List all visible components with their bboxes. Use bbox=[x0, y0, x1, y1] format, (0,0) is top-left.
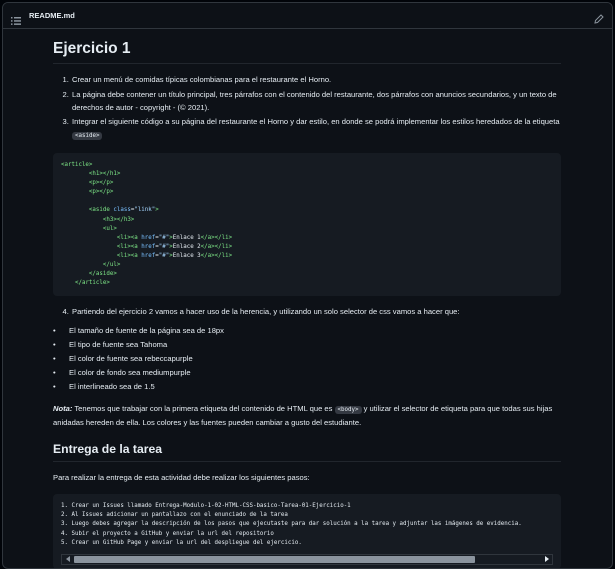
code-token: <h3></h3> bbox=[102, 216, 135, 223]
note-label: Nota: bbox=[53, 403, 73, 413]
list-item: El interlineado sea de 1.5 bbox=[53, 381, 561, 394]
list-item: Integrar el siguiente código a su página… bbox=[71, 116, 561, 143]
steps-list-continued: Partiendo del ejercicio 2 vamos a hacer … bbox=[71, 306, 561, 319]
list-item: Partiendo del ejercicio 2 vamos a hacer … bbox=[71, 306, 561, 319]
section-heading: Entrega de la tarea bbox=[53, 442, 561, 463]
code-line: 1. Crear un Issues llamado Entrega-Modul… bbox=[61, 503, 351, 510]
list-item: La página debe contener un título princi… bbox=[71, 89, 561, 115]
scrollbar-thumb[interactable] bbox=[74, 555, 475, 563]
list-item: Crear un menú de comidas típicas colombi… bbox=[71, 74, 561, 87]
code-token: <p></p> bbox=[88, 189, 114, 196]
code-link-text: Enlace 3 bbox=[172, 252, 201, 259]
list-item: El color de fondo sea mediumpurple bbox=[53, 367, 561, 380]
code-token: <h1></h1> bbox=[88, 171, 121, 178]
horizontal-scrollbar[interactable] bbox=[61, 553, 553, 565]
readme-panel: README.md Ejercicio 1 Crear un menú de c… bbox=[2, 2, 613, 569]
code-token: "link" bbox=[134, 207, 156, 214]
code-token: class bbox=[113, 207, 131, 214]
code-token: <article> bbox=[61, 161, 93, 168]
code-token: </article> bbox=[74, 280, 110, 287]
code-line: 2. Al Issues adicionar un pantallazo con… bbox=[61, 512, 288, 519]
code-line: 4. Subir el proyecto a GitHub y enviar l… bbox=[61, 530, 274, 537]
steps-list: Crear un menú de comidas típicas colombi… bbox=[71, 74, 561, 143]
code-link-text: Enlace 1 bbox=[172, 234, 201, 241]
code-token: </ul> bbox=[102, 262, 121, 269]
code-line: 5. Crear un GitHub Page y enviar la url … bbox=[61, 539, 302, 546]
code-link-text: Enlace 2 bbox=[172, 243, 201, 250]
code-token: </aside> bbox=[88, 271, 117, 278]
markdown-body: Ejercicio 1 Crear un menú de comidas típ… bbox=[53, 31, 561, 568]
html-code-block: <article> <h1></h1> <p></p> <p></p> <asi… bbox=[53, 152, 561, 297]
list-icon[interactable] bbox=[11, 12, 21, 25]
code-line: 3. Luego debes agregar la descripción de… bbox=[61, 521, 522, 528]
requirements-list: El tamaño de fuente de la página sea de … bbox=[53, 325, 561, 394]
page-title: Ejercicio 1 bbox=[53, 31, 561, 64]
scrollbar-track[interactable] bbox=[74, 555, 540, 563]
code-token: <aside bbox=[88, 207, 110, 214]
list-item: El tamaño de fuente de la página sea de … bbox=[53, 325, 561, 338]
scroll-right-icon[interactable] bbox=[540, 555, 552, 564]
file-name[interactable]: README.md bbox=[29, 11, 75, 20]
list-item: El tipo de fuente sea Tahoma bbox=[53, 339, 561, 352]
delivery-code-block: 1. Crear un Issues llamado Entrega-Modul… bbox=[53, 494, 561, 568]
delivery-code: 1. Crear un Issues llamado Entrega-Modul… bbox=[53, 494, 561, 568]
pencil-icon[interactable] bbox=[594, 11, 604, 24]
note-paragraph: Nota: Tenemos que trabajar con la primer… bbox=[53, 403, 553, 427]
code-token: <p></p> bbox=[88, 180, 114, 187]
scroll-left-icon[interactable] bbox=[62, 555, 74, 564]
inline-code: <body> bbox=[334, 405, 362, 414]
intro-paragraph: Para realizar la entrega de esta activid… bbox=[53, 473, 310, 483]
inline-code: <aside> bbox=[72, 132, 103, 141]
file-header: README.md bbox=[3, 3, 612, 29]
code-token: <ul> bbox=[102, 225, 117, 232]
list-item: El color de fuente sea rebeccapurple bbox=[53, 353, 561, 366]
